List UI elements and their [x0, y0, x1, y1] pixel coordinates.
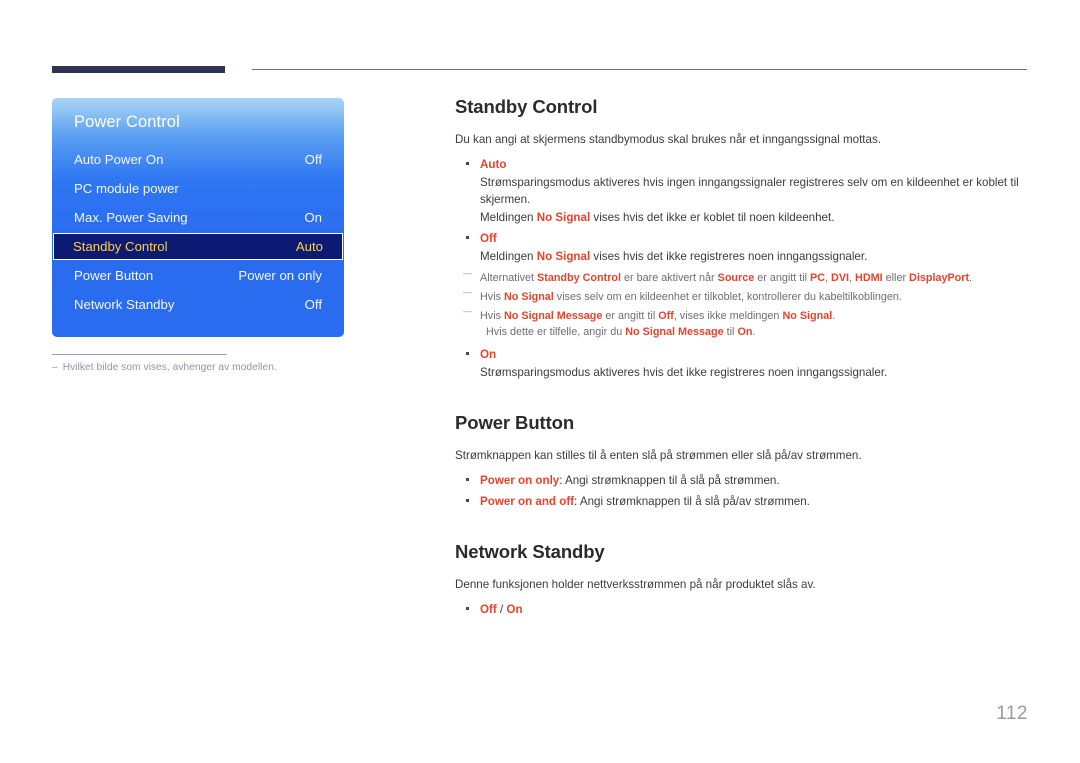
- section-title-power-button: Power Button: [455, 411, 575, 433]
- option-description: Strømsparingsmodus aktiveres hvis det ik…: [480, 365, 888, 379]
- option-label: Off: [480, 232, 497, 246]
- header-divider-line: [252, 69, 1027, 70]
- standby-control-options: Auto Strømsparingsmodus aktiveres hvis i…: [455, 156, 1030, 266]
- option-label: Power on only: [480, 473, 560, 487]
- note-item: Hvis No Signal Message er angitt til Off…: [455, 305, 1030, 340]
- osd-row-value: On: [304, 210, 322, 225]
- osd-row-label: Standby Control: [73, 239, 168, 254]
- osd-panel-title: Power Control: [74, 113, 180, 131]
- keyword-no-signal: No Signal: [782, 310, 833, 322]
- option-on: On: [506, 602, 523, 616]
- content-column: Standby Control Du kan angi at skjermens…: [455, 96, 1030, 622]
- keyword-source: Source: [717, 271, 755, 284]
- section-lead-network-standby: Denne funksjonen holder nettverksstrømme…: [455, 577, 816, 591]
- osd-row-network-standby[interactable]: Network Standby Off: [52, 290, 344, 319]
- list-item: Off Meldingen No Signal vises hvis det i…: [455, 230, 1030, 265]
- osd-row-value: Auto: [295, 239, 323, 254]
- option-off: Off: [480, 602, 497, 616]
- footnote-dash-icon: –: [52, 362, 58, 373]
- note-item: Hvis No Signal vises selv om en kildeenh…: [455, 286, 1030, 305]
- standby-control-notes: Alternativet Standby Control er bare akt…: [455, 267, 1030, 341]
- keyword-no-signal: No Signal: [536, 210, 591, 224]
- keyword-hdmi: HDMI: [855, 271, 883, 284]
- note-item: Alternativet Standby Control er bare akt…: [455, 267, 1030, 286]
- osd-panel: Power Control Auto Power On Off PC modul…: [52, 98, 344, 337]
- keyword-off: Off: [658, 310, 674, 322]
- osd-footnote-text: – Hvilket bilde som vises, avhenger av mo…: [52, 362, 344, 373]
- keyword-no-signal: No Signal: [504, 290, 554, 303]
- page-number: 112: [996, 703, 1028, 724]
- osd-row-max-power-saving[interactable]: Max. Power Saving On: [52, 203, 344, 232]
- osd-row-value: Off: [304, 297, 322, 312]
- osd-row-pc-module-power[interactable]: PC module power: [52, 174, 344, 203]
- list-item: Off / On: [455, 601, 1030, 619]
- section-lead-standby-control: Du kan angi at skjermens standbymodus sk…: [455, 133, 881, 146]
- list-item: Power on only: Angi strømknappen til å s…: [455, 472, 1030, 490]
- network-standby-options: Off / On: [455, 601, 1030, 619]
- keyword-pc: PC: [810, 271, 826, 284]
- section-title-standby-control: Standby Control: [455, 96, 598, 117]
- osd-row-standby-control[interactable]: Standby Control Auto: [53, 233, 343, 260]
- keyword-no-signal-message: No Signal Message: [504, 310, 603, 322]
- keyword-standby-control: Standby Control: [537, 271, 621, 284]
- osd-row-label: Power Button: [74, 268, 154, 283]
- power-button-options: Power on only: Angi strømknappen til å s…: [455, 472, 1030, 511]
- option-description: : Angi strømknappen til å slå på strømme…: [559, 473, 780, 487]
- list-item: Auto Strømsparingsmodus aktiveres hvis i…: [455, 156, 1030, 226]
- osd-footnote-rule: [52, 354, 227, 355]
- osd-figure: Power Control Auto Power On Off PC modul…: [52, 98, 344, 373]
- osd-row-power-button[interactable]: Power Button Power on only: [52, 261, 344, 290]
- keyword-no-signal-message: No Signal Message: [625, 326, 724, 339]
- option-label: On: [480, 348, 497, 362]
- header-accent-bar: [52, 66, 225, 73]
- osd-row-label: Max. Power Saving: [74, 210, 188, 225]
- standby-control-options-continued: On Strømsparingsmodus aktiveres hvis det…: [455, 346, 1030, 381]
- footnote-label: Hvilket bilde som vises, avhenger av mod…: [62, 362, 277, 373]
- option-description-secondary: Meldingen No Signal vises hvis det ikke …: [480, 210, 835, 224]
- osd-footnote: – Hvilket bilde som vises, avhenger av mo…: [52, 354, 344, 373]
- option-label: Power on and off: [480, 495, 575, 509]
- list-item: Power on and off: Angi strømknappen til …: [455, 493, 1030, 511]
- option-description: Strømsparingsmodus aktiveres hvis ingen …: [480, 175, 1019, 207]
- note-item-continuation: Hvis dette er tilfelle, angir du No Sign…: [486, 326, 756, 339]
- list-item: On Strømsparingsmodus aktiveres hvis det…: [455, 346, 1030, 381]
- osd-row-label: Network Standby: [74, 297, 175, 312]
- option-description: : Angi strømknappen til å slå på/av strø…: [574, 495, 810, 509]
- osd-row-label: Auto Power On: [74, 152, 164, 167]
- section-lead-power-button: Strømknappen kan stilles til å enten slå…: [455, 448, 862, 462]
- option-description: Meldingen No Signal vises hvis det ikke …: [480, 250, 868, 264]
- keyword-on: On: [737, 326, 753, 339]
- section-title-network-standby: Network Standby: [455, 540, 605, 562]
- osd-row-value: Off: [304, 152, 322, 167]
- keyword-no-signal: No Signal: [536, 250, 591, 264]
- osd-row-auto-power-on[interactable]: Auto Power On Off: [52, 145, 344, 174]
- keyword-dvi: DVI: [831, 271, 850, 284]
- page-header: [0, 62, 1080, 78]
- osd-row-value: Power on only: [238, 268, 322, 283]
- option-label: Auto: [480, 157, 507, 171]
- keyword-displayport: DisplayPort: [909, 271, 970, 284]
- osd-row-label: PC module power: [74, 181, 179, 196]
- option-separator: /: [496, 602, 507, 616]
